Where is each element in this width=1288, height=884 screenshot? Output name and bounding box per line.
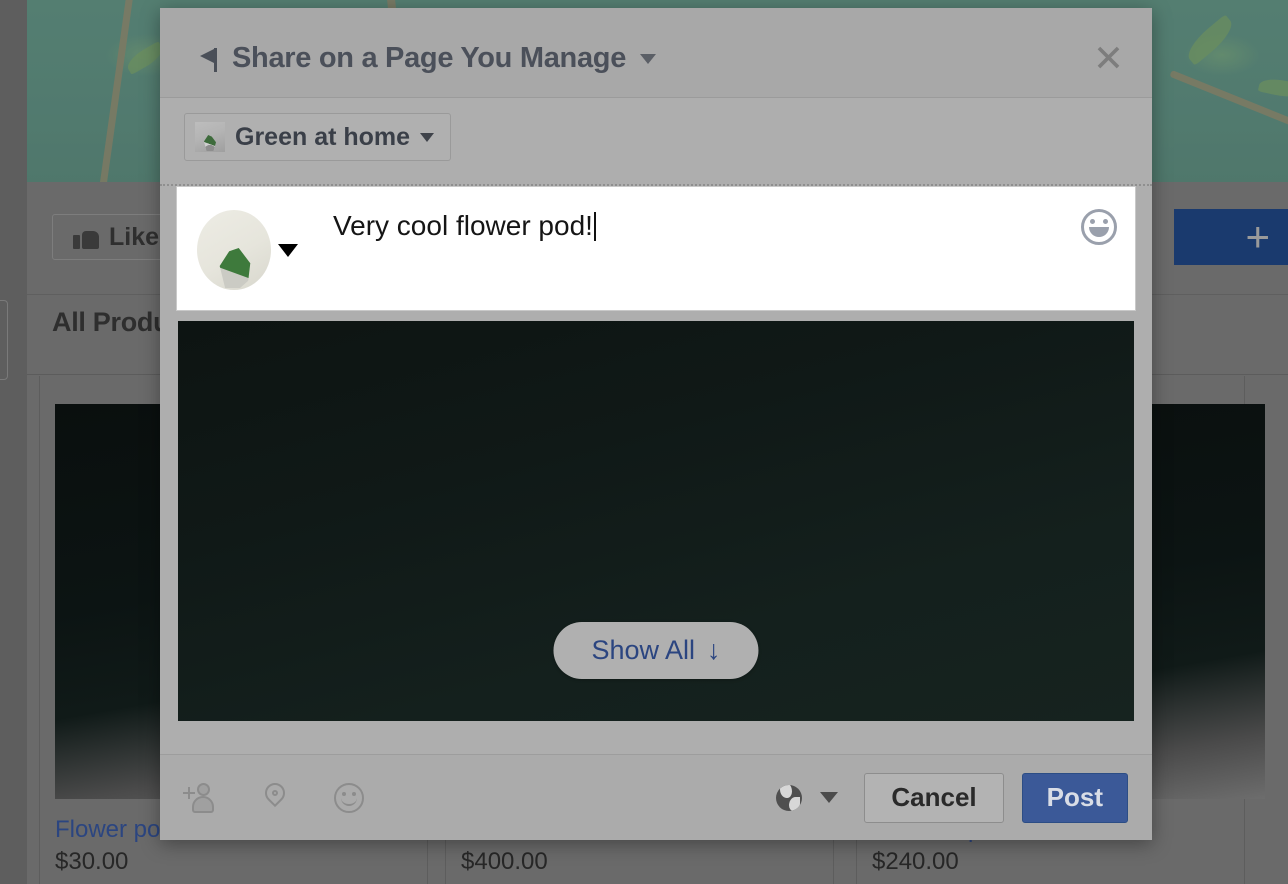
product-price: $240.00 [872,848,959,876]
flag-icon [196,46,218,72]
smiley-icon[interactable] [332,781,366,815]
page-thumbnail-icon [195,122,225,152]
post-button[interactable]: Post [1022,773,1128,823]
dialog-footer: Cancel Post [160,754,1152,840]
footer-tools [184,781,366,815]
chevron-down-icon [420,133,434,142]
composer-input[interactable]: Very cool flower pod! [333,209,1045,243]
share-dialog: Share on a Page You Manage ✕ Green at ho… [160,8,1152,840]
composer[interactable]: Very cool flower pod! [176,186,1136,311]
chevron-down-icon[interactable] [640,54,656,64]
text-cursor [594,212,596,241]
add-item-button[interactable]: + [1174,209,1288,265]
left-rail-stub [0,300,8,380]
thumbs-up-icon [73,225,99,249]
avatar-image [219,248,253,288]
arrow-down-icon: ↓ [707,635,721,666]
like-button-label: Like [109,223,159,252]
audience-chevron-down-icon[interactable] [820,792,838,803]
close-icon[interactable]: ✕ [1093,40,1124,77]
globe-icon[interactable] [776,785,802,811]
dialog-title-group[interactable]: Share on a Page You Manage [196,42,656,75]
screen: Like + All Products Flower pod $30.00 Pl… [0,0,1288,884]
product-price: $400.00 [461,848,548,876]
attachment-preview[interactable]: Show All ↓ [178,321,1134,721]
plus-icon: + [1245,216,1270,258]
avatar [197,210,271,290]
footer-actions: Cancel Post [776,773,1128,823]
show-all-label: Show All [591,635,695,666]
dialog-title: Share on a Page You Manage [232,42,626,75]
cancel-button[interactable]: Cancel [864,773,1003,823]
avatar-chevron-down-icon[interactable] [278,244,298,257]
smiley-mouth [1089,227,1109,237]
composer-text-value: Very cool flower pod! [333,210,593,241]
smiley-eye-left [1090,219,1095,224]
dialog-header: Share on a Page You Manage ✕ [160,8,1152,98]
page-selector-row: Green at home [160,98,1152,186]
location-pin-icon[interactable] [258,781,292,815]
product-price: $30.00 [55,848,128,876]
page-selector-button[interactable]: Green at home [184,113,451,161]
smiley-eye-right [1103,219,1108,224]
tag-person-icon[interactable] [184,781,218,815]
page-selector-label: Green at home [235,123,410,152]
emoji-picker-button[interactable] [1081,209,1117,245]
show-all-button[interactable]: Show All ↓ [553,622,758,679]
product-name[interactable]: Flower pod [55,816,174,844]
